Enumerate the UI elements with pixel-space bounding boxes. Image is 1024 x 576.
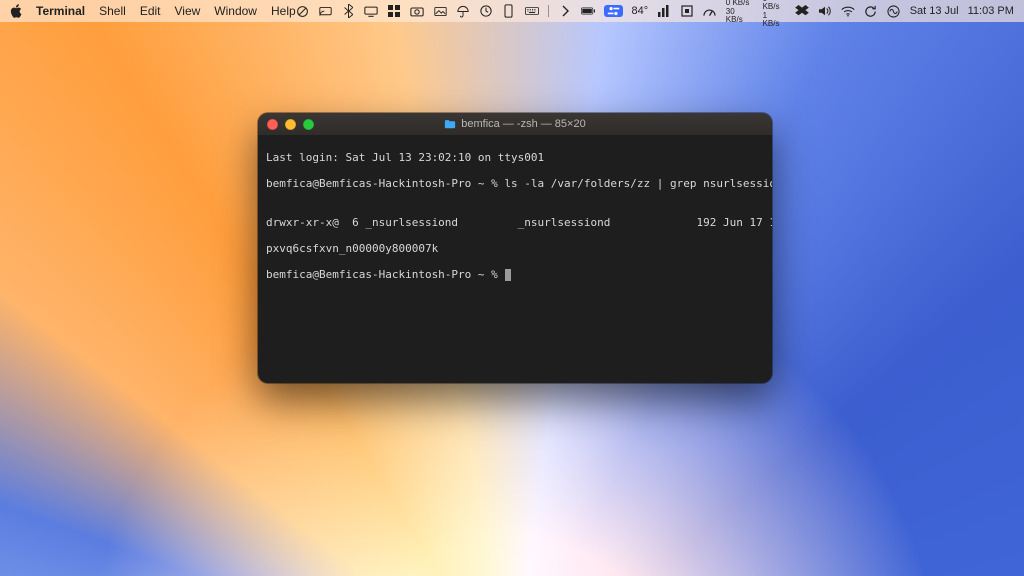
terminal-line: pxvq6csfxvn_n00000y800007k	[266, 243, 764, 256]
do-not-disturb-icon[interactable]	[296, 4, 310, 18]
menubar-date[interactable]: Sat 13 Jul	[910, 5, 959, 17]
net-down-value: 0 KB/s	[726, 0, 754, 7]
network-up-stat[interactable]: 0 KB/s 1 KB/s	[763, 0, 786, 28]
wifi-icon[interactable]	[841, 4, 855, 18]
menubar-separator	[548, 5, 549, 17]
menubar-time[interactable]: 11:03 PM	[968, 5, 1014, 17]
menubar-right: 84° 0 KB/s 30 KB/s 0 KB/s 1 KB/s Sat 13 …	[296, 0, 1014, 28]
terminal-title: bemfica — -zsh — 85×20	[258, 118, 772, 130]
cast-icon[interactable]	[319, 4, 333, 18]
memory-icon[interactable]	[680, 4, 694, 18]
terminal-prompt: bemfica@Bemficas-Hackintosh-Pro ~ %	[266, 268, 504, 281]
bluetooth-icon[interactable]	[341, 4, 355, 18]
menubar-menu-window[interactable]: Window	[214, 4, 257, 18]
terminal-cursor	[505, 269, 511, 281]
window-minimize-button[interactable]	[285, 119, 296, 130]
umbrella-icon[interactable]	[456, 4, 470, 18]
apple-logo-icon[interactable]	[10, 4, 22, 18]
terminal-line: drwxr-xr-x@ 6 _nsurlsessiond _nsurlsessi…	[266, 217, 764, 230]
camera-icon[interactable]	[410, 4, 424, 18]
control-center-icon[interactable]	[604, 5, 623, 17]
desktop-background: Terminal Shell Edit View Window Help 84°	[0, 0, 1024, 576]
window-close-button[interactable]	[267, 119, 278, 130]
net-down-sub: 30 KB/s	[726, 8, 754, 24]
menubar-menu-help[interactable]: Help	[271, 4, 296, 18]
menubar-app-name[interactable]: Terminal	[36, 4, 85, 18]
clock-icon[interactable]	[479, 4, 493, 18]
chevron-right-icon[interactable]	[558, 4, 572, 18]
phone-icon[interactable]	[502, 4, 516, 18]
terminal-window[interactable]: bemfica — -zsh — 85×20 Last login: Sat J…	[258, 113, 772, 383]
bar-chart-icon[interactable]	[657, 4, 671, 18]
net-up-value: 0 KB/s	[763, 0, 786, 11]
window-traffic-lights	[258, 119, 314, 130]
volume-icon[interactable]	[818, 4, 832, 18]
terminal-titlebar[interactable]: bemfica — -zsh — 85×20	[258, 113, 772, 135]
window-zoom-button[interactable]	[303, 119, 314, 130]
terminal-title-text: bemfica — -zsh — 85×20	[461, 118, 585, 130]
menubar-menu-shell[interactable]: Shell	[99, 4, 126, 18]
menubar-menu-edit[interactable]: Edit	[140, 4, 161, 18]
menubar-menu-view[interactable]: View	[175, 4, 201, 18]
folder-icon	[444, 119, 456, 129]
app-grid-icon[interactable]	[387, 4, 401, 18]
menubar-left: Terminal Shell Edit View Window Help	[10, 4, 296, 18]
keyboard-icon[interactable]	[525, 4, 539, 18]
macos-menubar: Terminal Shell Edit View Window Help 84°	[0, 0, 1024, 22]
dropbox-icon[interactable]	[795, 4, 809, 18]
terminal-prompt-line: bemfica@Bemficas-Hackintosh-Pro ~ %	[266, 269, 764, 282]
terminal-line: Last login: Sat Jul 13 23:02:10 on ttys0…	[266, 152, 764, 165]
net-up-sub: 1 KB/s	[763, 12, 786, 28]
sync-icon[interactable]	[864, 4, 878, 18]
gauge-icon[interactable]	[703, 4, 717, 18]
battery-icon[interactable]	[581, 4, 595, 18]
display-icon[interactable]	[364, 4, 378, 18]
network-down-stat[interactable]: 0 KB/s 30 KB/s	[726, 0, 754, 24]
terminal-content[interactable]: Last login: Sat Jul 13 23:02:10 on ttys0…	[258, 135, 772, 316]
menubar-temperature[interactable]: 84°	[632, 5, 649, 17]
terminal-line: bemfica@Bemficas-Hackintosh-Pro ~ % ls -…	[266, 178, 764, 191]
picture-icon[interactable]	[433, 4, 447, 18]
siri-icon[interactable]	[887, 4, 901, 18]
